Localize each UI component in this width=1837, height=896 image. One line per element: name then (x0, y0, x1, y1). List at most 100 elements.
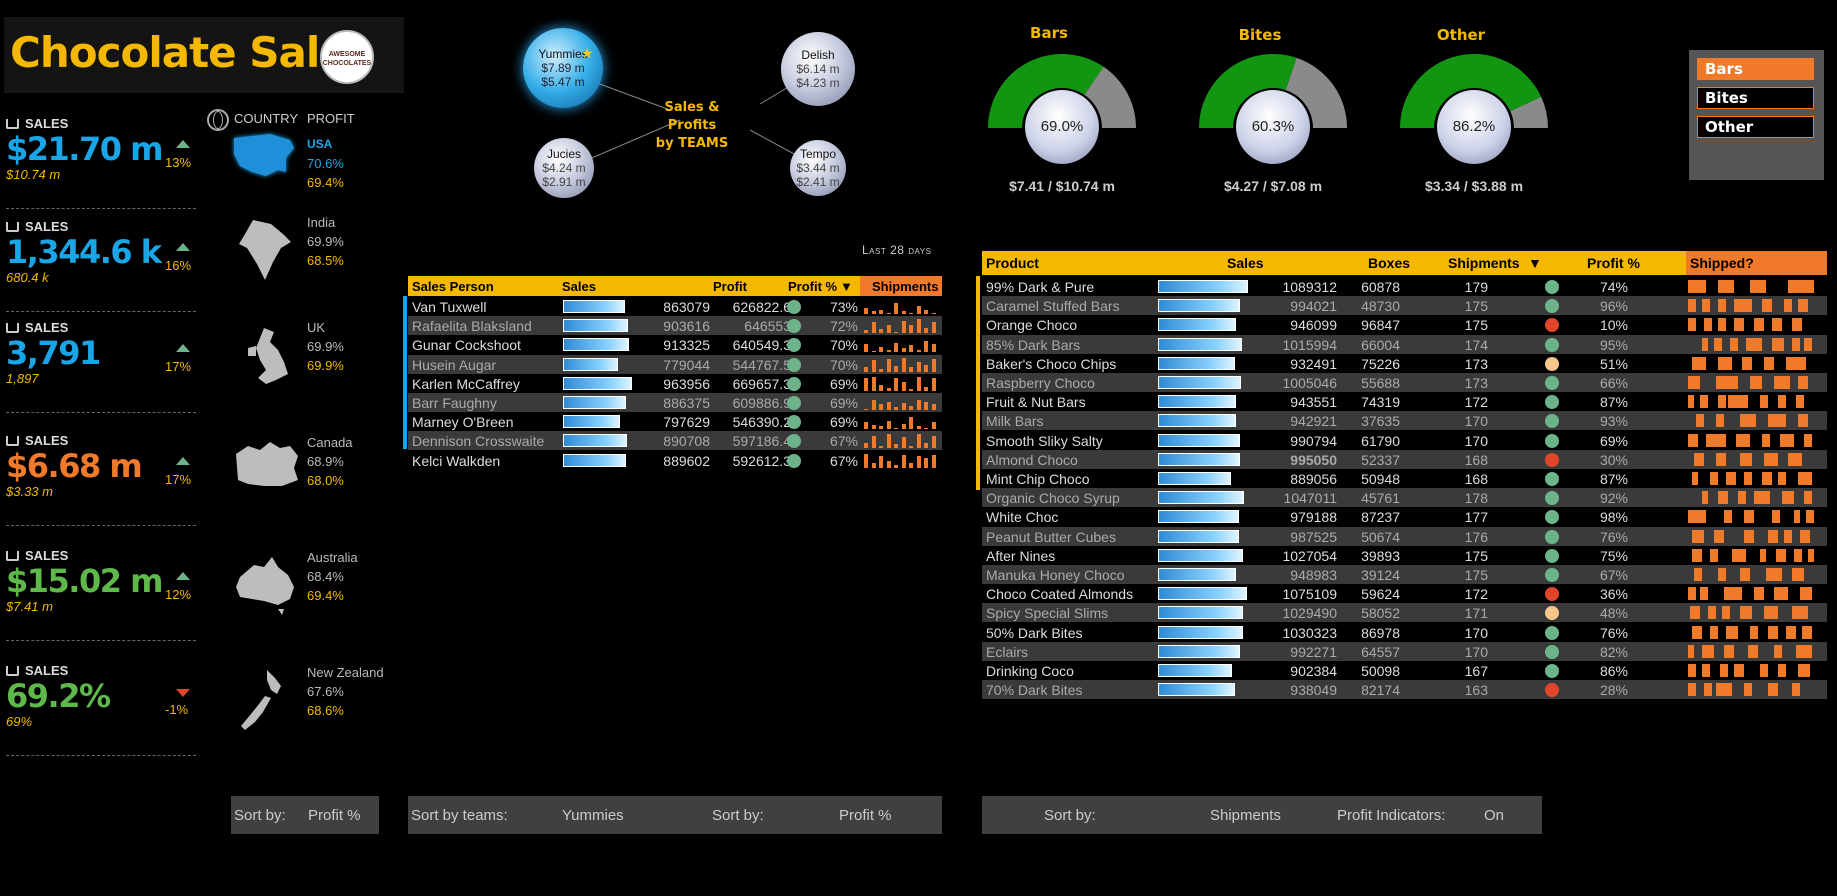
shipped-block (1796, 644, 1812, 658)
product-row[interactable]: Baker's Choco Chips 932491 75226 173 51% (982, 354, 1827, 373)
product-shipments: 173 (1464, 355, 1488, 372)
col-product-profit-pct[interactable]: Profit % (1587, 255, 1640, 271)
product-shipments: 172 (1464, 394, 1488, 411)
kpi-card[interactable]: SALES $21.70 m $10.74 m 13% (6, 116, 196, 196)
col-product-sales[interactable]: Sales (1227, 255, 1264, 271)
sort-value[interactable]: Profit % (308, 807, 361, 824)
salesperson-row[interactable]: Van Tuxwell 863079 626822.6 73% (408, 297, 942, 316)
spark-bar (879, 368, 883, 372)
country-item-usa[interactable]: USA 70.6% 69.4% (307, 135, 344, 192)
col-product[interactable]: Product (986, 255, 1039, 271)
product-row[interactable]: 85% Dark Bars 1015994 66004 174 95% (982, 334, 1827, 354)
salesperson-profit: 546390.2 (732, 414, 791, 431)
spark-bar (894, 366, 898, 372)
kpi-card[interactable]: SALES $15.02 m $7.41 m 12% (6, 548, 196, 628)
canada-map-icon[interactable] (234, 440, 300, 492)
product-row[interactable]: Manuka Honey Choco 948983 39124 175 67% (982, 565, 1827, 584)
product-row[interactable]: Mint Chip Choco 889056 50948 168 87% (982, 469, 1827, 488)
australia-map-icon[interactable] (234, 555, 298, 615)
product-row[interactable]: Peanut Butter Cubes 987525 50674 176 76% (982, 526, 1827, 546)
col-sales[interactable]: Sales (562, 279, 596, 294)
sort-arrow-icon: ▼ (1528, 255, 1542, 271)
country-item-australia[interactable]: Australia 68.4% 69.4% (307, 548, 358, 605)
salesperson-name: Rafaelita Blaksland (412, 318, 532, 335)
country-item-canada[interactable]: Canada 68.9% 68.0% (307, 433, 353, 490)
salesperson-sales: 890708 (663, 433, 710, 450)
team-bubble-yummies[interactable]: Yummies ★ $7.89 m $5.47 m (523, 28, 603, 108)
product-row[interactable]: After Nines 1027054 39893 175 75% (982, 546, 1827, 565)
product-row[interactable]: 70% Dark Bites 938049 82174 163 28% (982, 680, 1827, 700)
salesperson-row[interactable]: Gunar Cockshoot 913325 640549.3 70% (408, 335, 942, 354)
slicer-other-button[interactable]: Other (1697, 116, 1814, 138)
col-salesperson[interactable]: Sales Person (412, 279, 494, 294)
profit-indicators-value[interactable]: On (1484, 807, 1504, 824)
product-row[interactable]: White Choc 979188 87237 177 98% (982, 507, 1827, 526)
salesperson-row[interactable]: Dennison Crosswaite 890708 597186.4 67% (408, 431, 942, 451)
col-shipments[interactable]: Shipments (872, 279, 938, 294)
kpi-card[interactable]: SALES 1,344.6 k 680.4 k 16% (6, 219, 196, 299)
salesperson-row[interactable]: Barr Faughny 886375 609886.9 69% (408, 393, 942, 412)
country-item-india[interactable]: India 69.9% 68.5% (307, 213, 344, 270)
salesperson-row[interactable]: Husein Augar 779044 544767.5 70% (408, 354, 942, 374)
uk-map-icon[interactable] (244, 326, 292, 388)
spark-bar (901, 348, 906, 353)
product-row[interactable]: Caramel Stuffed Bars 994021 48730 175 96% (982, 296, 1827, 316)
shipped-block (1720, 664, 1728, 677)
product-row[interactable]: Smooth Sliky Salty 990794 61790 170 69% (982, 431, 1827, 450)
product-shipments: 170 (1464, 413, 1488, 430)
salesperson-row[interactable]: Kelci Walkden 889602 592612.3 67% (408, 451, 942, 470)
product-row[interactable]: Raspberry Choco 1005046 55688 173 66% (982, 373, 1827, 392)
sort-value[interactable]: Shipments (1210, 807, 1281, 824)
kpi-card[interactable]: SALES $6.68 m $3.33 m 17% (6, 433, 196, 513)
spark-bar (931, 404, 936, 410)
product-row[interactable]: Milk Bars 942921 37635 170 93% (982, 411, 1827, 431)
shipments-sparkline (864, 433, 942, 449)
spark-bar (864, 308, 868, 314)
product-name: Orange Choco (986, 317, 1078, 334)
sort-teams-value[interactable]: Yummies (562, 807, 624, 824)
product-row[interactable]: 50% Dark Bites 1030323 86978 170 76% (982, 623, 1827, 642)
product-row[interactable]: Drinking Coco 902384 50098 167 86% (982, 661, 1827, 680)
spark-bar (879, 445, 883, 449)
product-row[interactable]: Almond Choco 995050 52337 168 30% (982, 449, 1827, 469)
new-zealand-map-icon[interactable] (237, 668, 293, 734)
shipped-block (1728, 395, 1748, 409)
country-item-new-zealand[interactable]: New Zealand 67.6% 68.6% (307, 663, 384, 720)
col-boxes[interactable]: Boxes (1368, 255, 1410, 271)
product-row[interactable]: Eclairs 992271 64557 170 82% (982, 641, 1827, 661)
team-bubble-jucies[interactable]: Jucies $4.24 m $2.91 m (534, 138, 594, 198)
product-row[interactable]: Orange Choco 946099 96847 175 10% (982, 315, 1827, 334)
country-item-uk[interactable]: UK 69.9% 69.9% (307, 318, 344, 375)
shipped-block (1800, 587, 1812, 601)
product-row[interactable]: Choco Coated Almonds 1075109 59624 172 36% (982, 584, 1827, 603)
slicer-bites-button[interactable]: Bites (1697, 87, 1814, 109)
slicer-bars-button[interactable]: Bars (1697, 58, 1814, 80)
kpi-card[interactable]: SALES 3,791 1,897 17% (6, 320, 196, 400)
sort-value[interactable]: Profit % (839, 807, 892, 824)
col-shipped[interactable]: Shipped? (1690, 255, 1754, 271)
shipped-block (1692, 625, 1702, 639)
country-sort-control[interactable]: Sort by: Profit % (231, 796, 379, 834)
teams-center-label: Sales & Profits by TEAMS (640, 99, 744, 153)
product-row[interactable]: Organic Choco Syrup 1047011 45761 178 92% (982, 488, 1827, 508)
product-profit-pct: 75% (1599, 547, 1628, 564)
usa-map-icon[interactable] (230, 130, 300, 186)
product-row[interactable]: Spicy Special Slims 1029490 58052 171 48% (982, 603, 1827, 623)
col-profit[interactable]: Profit (713, 279, 747, 294)
profit-indicator-dot (1545, 376, 1559, 390)
india-map-icon[interactable] (235, 218, 295, 284)
salesperson-row[interactable]: Marney O'Breen 797629 546390.2 69% (408, 412, 942, 431)
salesperson-row[interactable]: Rafaelita Blaksland 903616 646553 72% (408, 316, 942, 336)
team-bubble-tempo[interactable]: Tempo $3.44 m $2.41 m (790, 140, 846, 196)
salesperson-row[interactable]: Karlen McCaffrey 963956 669657.3 69% (408, 374, 942, 393)
col-profit-pct[interactable]: Profit % (788, 279, 837, 294)
kpi-card[interactable]: SALES 69.2% 69% -1% (6, 663, 196, 743)
col-shipments-product[interactable]: Shipments (1448, 255, 1520, 271)
product-row[interactable]: 99% Dark & Pure 1089312 60878 179 74% (982, 277, 1827, 296)
spark-bar (894, 302, 898, 314)
product-row[interactable]: Fruit & Nut Bars 943551 74319 172 87% (982, 392, 1827, 411)
team-sort-control[interactable]: Sort by teams: Yummies Sort by: Profit % (408, 796, 942, 834)
product-sort-control[interactable]: Sort by: Shipments Profit Indicators: On (982, 796, 1542, 834)
team-bubble-delish[interactable]: Delish $6.14 m $4.23 m (781, 32, 855, 106)
product-name: Fruit & Nut Bars (986, 394, 1086, 411)
